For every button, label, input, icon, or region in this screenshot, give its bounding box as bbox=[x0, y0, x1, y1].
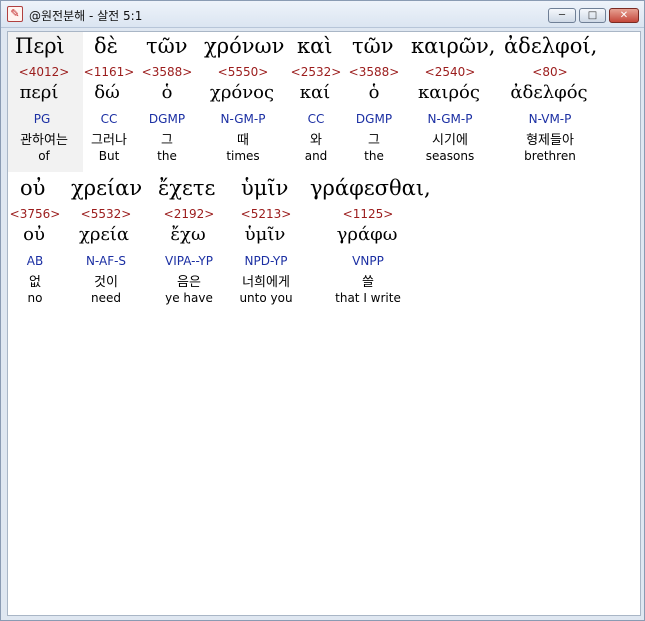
lemma: οὐ bbox=[23, 224, 45, 245]
app-logo-icon[interactable]: ✎ bbox=[7, 6, 23, 22]
lemma: ὑμῖν bbox=[244, 224, 286, 245]
strong-number[interactable]: <1161> bbox=[84, 65, 135, 79]
parsing-code: CC bbox=[307, 112, 325, 126]
greek-word: τῶν bbox=[146, 34, 188, 58]
strong-number[interactable]: <80> bbox=[532, 65, 567, 79]
strong-number[interactable]: <1125> bbox=[343, 207, 394, 221]
strong-number[interactable]: <2192> bbox=[164, 207, 215, 221]
lemma: χρεία bbox=[78, 224, 130, 245]
lemma: γράφω bbox=[336, 224, 398, 245]
minimize-button[interactable]: ─ bbox=[548, 8, 576, 23]
strong-number[interactable]: <5532> bbox=[81, 207, 132, 221]
korean-gloss: 쓸 bbox=[362, 275, 374, 290]
greek-word: δὲ bbox=[94, 34, 118, 58]
greek-word: καὶ bbox=[297, 34, 333, 58]
strong-number[interactable]: <5550> bbox=[218, 65, 269, 79]
strong-number[interactable]: <5213> bbox=[241, 207, 292, 221]
greek-word: γράφεσθαι, bbox=[310, 176, 431, 200]
parsing-code: N-VM-P bbox=[528, 112, 572, 126]
parsing-code: DGMP bbox=[355, 112, 393, 126]
parsing-code: DGMP bbox=[148, 112, 186, 126]
window-title: @원전분해 - 살전 5:1 bbox=[29, 9, 143, 23]
greek-word: ἀδελφοί, bbox=[504, 34, 598, 58]
lemma: καιρός bbox=[418, 82, 480, 103]
parsing-code: AB bbox=[26, 254, 44, 268]
strong-number[interactable]: <4012> bbox=[19, 65, 70, 79]
strong-number[interactable]: <3588> bbox=[142, 65, 193, 79]
maximize-button[interactable]: □ bbox=[579, 8, 606, 23]
app-window: ✎ @원전분해 - 살전 5:1 ─ □ ✕ Περὶ <4012> περί … bbox=[0, 0, 645, 621]
english-gloss: the bbox=[364, 149, 384, 163]
parsing-code: N-GM-P bbox=[427, 112, 473, 126]
korean-gloss: 시기에 bbox=[432, 133, 468, 148]
korean-gloss: 음은 bbox=[177, 275, 201, 290]
greek-word: ἔχετε bbox=[158, 176, 216, 200]
lemma: ἔχω bbox=[170, 224, 206, 245]
parsing-code: VNPP bbox=[352, 254, 384, 268]
interlinear-panel: Περὶ <4012> περί PG 관하여는 of δὲ <1161> δώ… bbox=[7, 31, 641, 616]
strong-number[interactable]: <2540> bbox=[425, 65, 476, 79]
lemma: καί bbox=[299, 82, 331, 103]
english-gloss: need bbox=[91, 291, 121, 305]
lemma: ἀδελφός bbox=[510, 82, 588, 103]
parsing-code: VIPA--YP bbox=[165, 254, 213, 268]
lemma: χρόνος bbox=[209, 82, 275, 103]
parsing-code: NPD-YP bbox=[244, 254, 288, 268]
english-gloss: brethren bbox=[524, 149, 576, 163]
english-gloss: the bbox=[157, 149, 177, 163]
lemma: ὁ bbox=[368, 82, 380, 103]
korean-gloss: 없 bbox=[29, 275, 41, 290]
title-bar[interactable]: ✎ @원전분해 - 살전 5:1 ─ □ ✕ bbox=[1, 1, 644, 28]
english-gloss: and bbox=[304, 149, 328, 163]
parsing-code: N-GM-P bbox=[220, 112, 266, 126]
lemma: δώ bbox=[94, 82, 120, 103]
english-gloss: of bbox=[38, 149, 50, 163]
korean-gloss: 그 bbox=[368, 133, 380, 148]
greek-word: χρείαν bbox=[71, 176, 143, 200]
english-gloss: seasons bbox=[425, 149, 475, 163]
korean-gloss: 때 bbox=[237, 133, 249, 148]
korean-gloss: 것이 bbox=[94, 275, 118, 290]
english-gloss: ye have bbox=[165, 291, 213, 305]
strong-number[interactable]: <3756> bbox=[10, 207, 61, 221]
parsing-code: N-AF-S bbox=[85, 254, 127, 268]
korean-gloss: 형제들아 bbox=[526, 133, 574, 148]
close-button[interactable]: ✕ bbox=[609, 8, 639, 23]
english-gloss: times bbox=[226, 149, 260, 163]
korean-gloss: 관하여는 bbox=[20, 133, 68, 148]
parsing-code: PG bbox=[33, 112, 51, 126]
english-gloss: But bbox=[98, 149, 120, 163]
korean-gloss: 와 bbox=[310, 133, 322, 148]
parsing-code: CC bbox=[100, 112, 118, 126]
korean-gloss: 그 bbox=[161, 133, 173, 148]
greek-word: καιρῶν, bbox=[411, 34, 496, 58]
lemma: ὁ bbox=[161, 82, 173, 103]
english-gloss: unto you bbox=[239, 291, 293, 305]
korean-gloss: 그러나 bbox=[91, 133, 127, 148]
greek-word: ὑμῖν bbox=[241, 176, 289, 200]
strong-number[interactable]: <3588> bbox=[349, 65, 400, 79]
english-gloss: that I write bbox=[335, 291, 401, 305]
greek-word: τῶν bbox=[352, 34, 394, 58]
lemma: περί bbox=[19, 82, 59, 103]
greek-word: οὐ bbox=[20, 176, 46, 200]
strong-number[interactable]: <2532> bbox=[291, 65, 342, 79]
english-gloss: no bbox=[27, 291, 43, 305]
greek-word: χρόνων bbox=[204, 34, 285, 58]
korean-gloss: 너희에게 bbox=[242, 275, 290, 290]
greek-word: Περὶ bbox=[15, 34, 65, 58]
